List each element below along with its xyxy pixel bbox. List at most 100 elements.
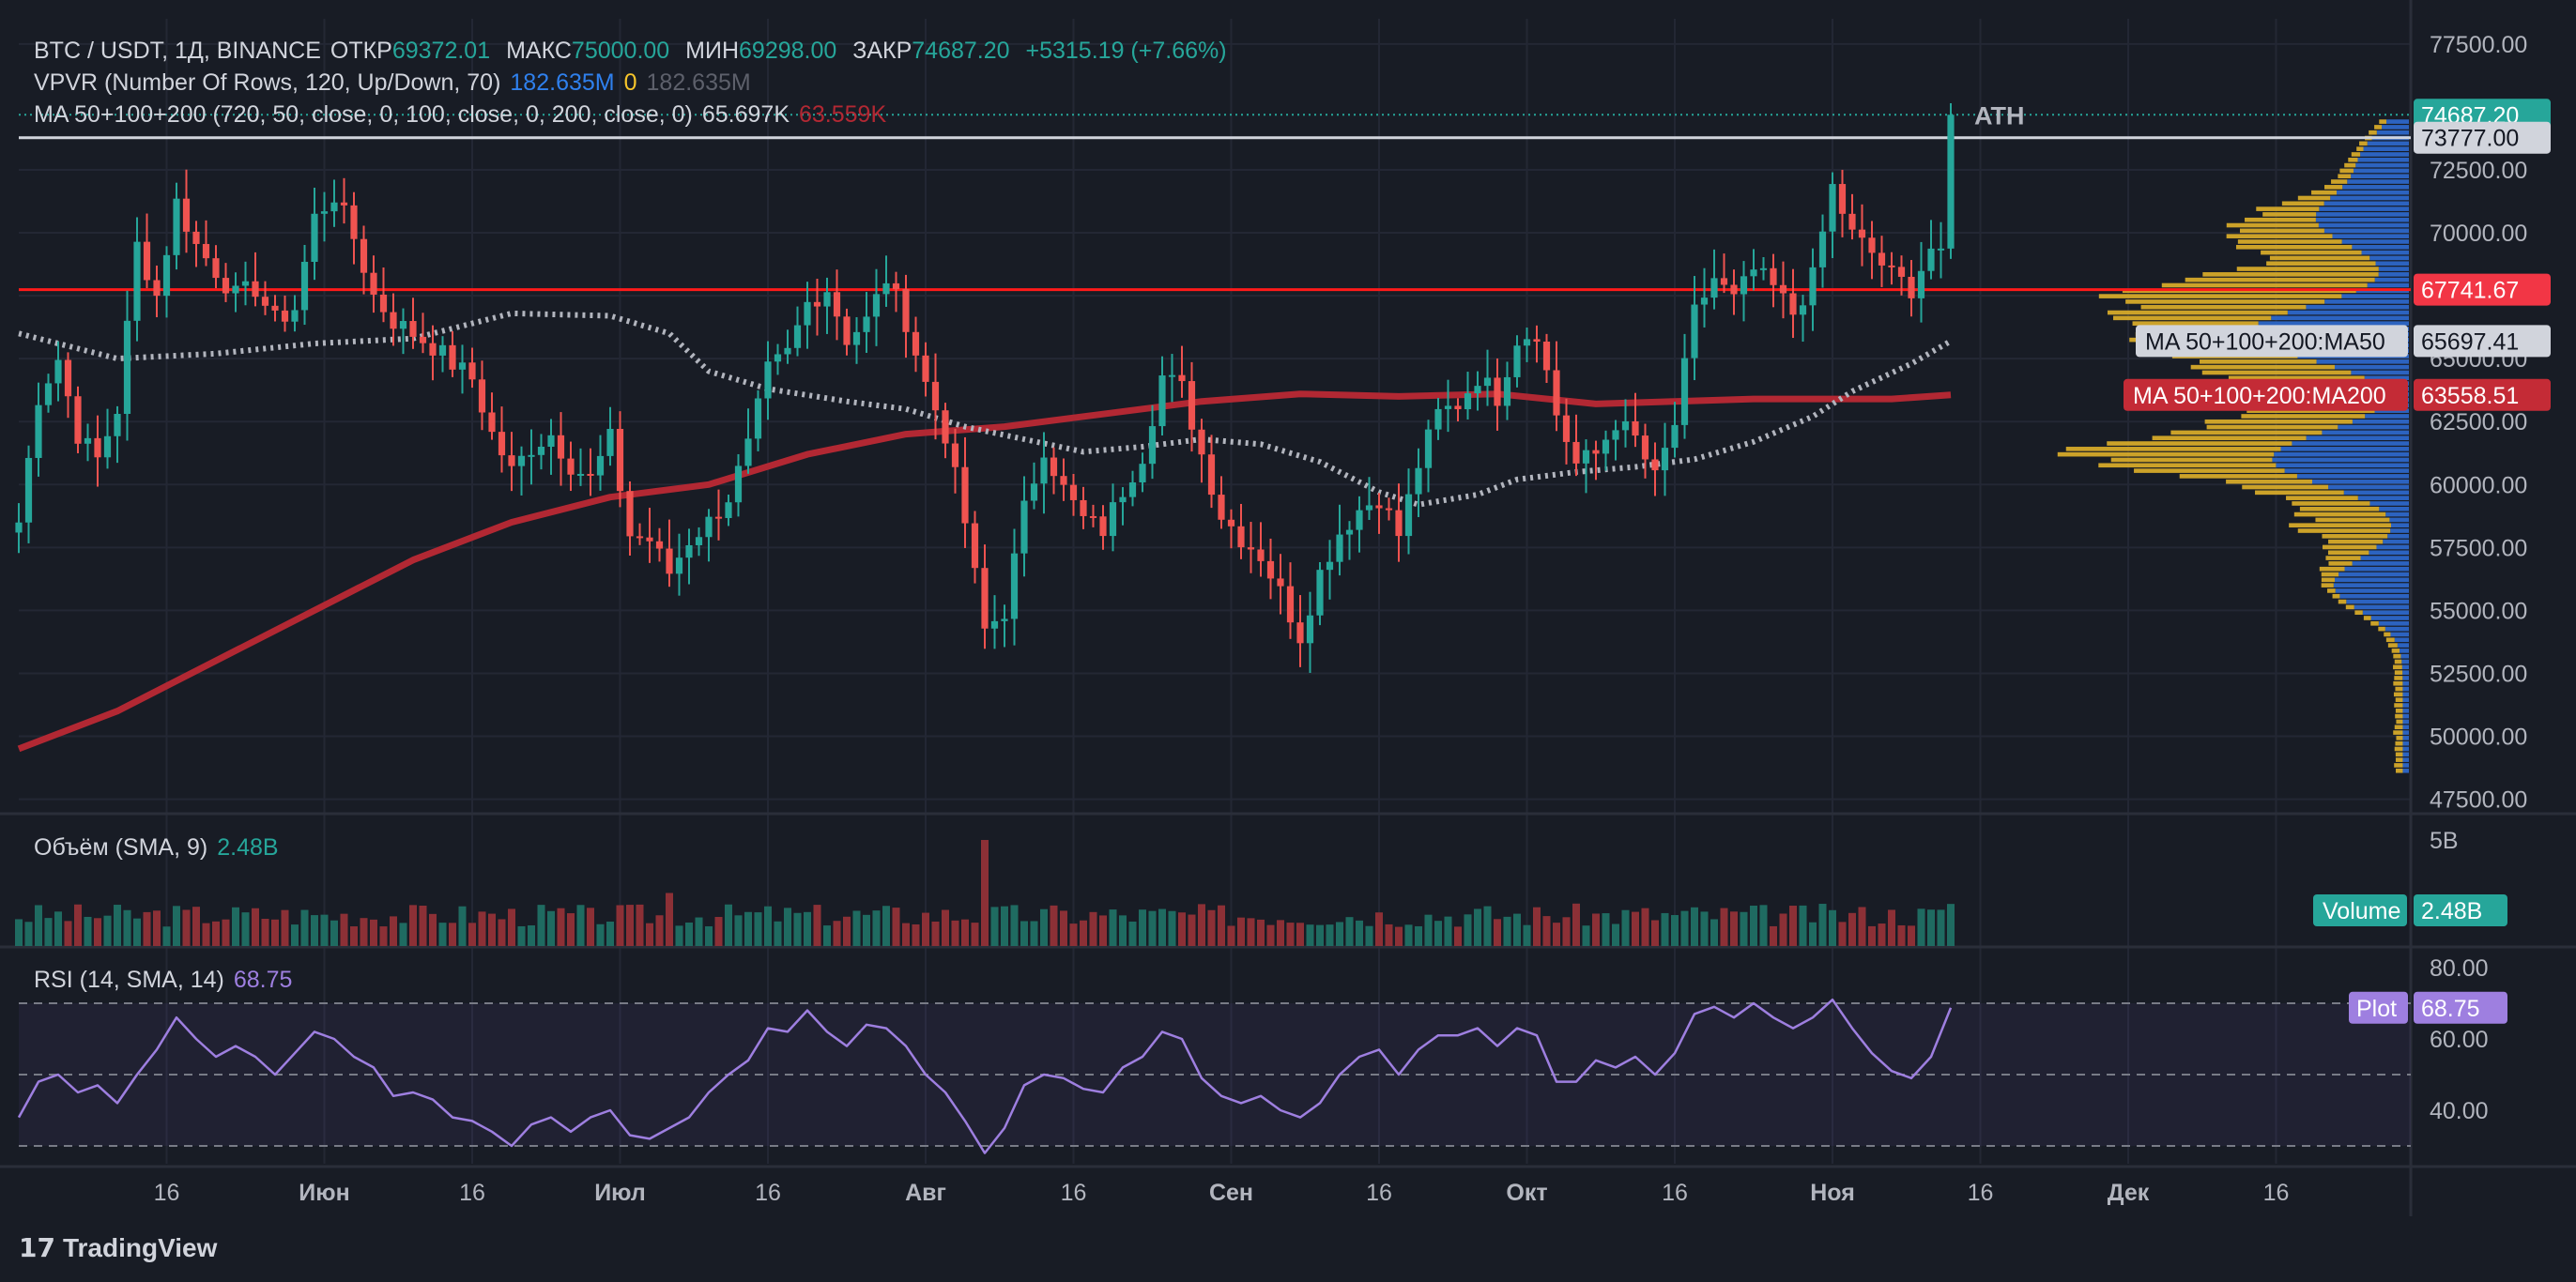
volume-bar-down (666, 893, 673, 946)
candle-body (1198, 429, 1205, 455)
candle-body (370, 272, 377, 295)
volume-bar-up (162, 926, 171, 946)
vpvr-total: 182.635M (646, 69, 751, 96)
vpvr-down: 0 (623, 69, 637, 96)
volume-bar-down (1651, 920, 1659, 946)
volume-bar-down (1779, 913, 1787, 946)
vpvr-label: VPVR (Number Of Rows, 120, Up/Down, 70) (34, 69, 501, 96)
candle-body (646, 537, 653, 542)
volume-bar-down (587, 908, 594, 946)
candle-body (1789, 293, 1797, 315)
ma-legend[interactable]: MA 50+100+200 (720, 50, close, 0, 100, c… (34, 101, 896, 129)
volume-bar-down (340, 913, 348, 946)
volume-profile-up-row (2402, 670, 2409, 675)
volume-bar-down (1207, 909, 1216, 946)
candle-body (1818, 231, 1827, 267)
volume-profile-down-row (2226, 479, 2312, 484)
volume-bar-down (961, 919, 969, 946)
candle-body (931, 381, 940, 411)
time-tick-label: 16 (459, 1180, 485, 1206)
volume-profile-down-row (2161, 282, 2368, 288)
candle-body (15, 522, 23, 533)
candle-body (1010, 553, 1019, 619)
candle-body (892, 282, 900, 290)
volume-bar-down (1838, 922, 1847, 946)
candle-body (1927, 248, 1935, 271)
volume-profile-up-row (2352, 419, 2409, 424)
volume-legend[interactable]: Объём (SMA, 9) 2.48B (34, 834, 288, 862)
volume-profile-down-row (2387, 643, 2398, 648)
volume-profile-down-row (2185, 277, 2375, 282)
volume-bar-up (1326, 924, 1334, 946)
vpvr-legend[interactable]: VPVR (Number Of Rows, 120, Up/Down, 70) 1… (34, 69, 760, 97)
tradingview-logo[interactable]: 𝟭𝟳 TradingView (19, 1232, 217, 1263)
volume-profile-down-row (2098, 463, 2277, 468)
candle-body (872, 294, 881, 317)
volume-profile-down-row (2394, 763, 2403, 768)
volume-profile-up-row (2351, 370, 2409, 375)
volume-profile-up-row (2334, 577, 2409, 583)
candle-body (1770, 267, 1777, 285)
volume-bar-down (449, 923, 456, 946)
volume-bar-up (863, 914, 870, 946)
candle-body (912, 331, 920, 356)
volume-profile-up-row (2330, 195, 2409, 201)
volume-profile-up-row (2382, 125, 2409, 130)
candle-up (1947, 102, 1955, 259)
candle-body (1897, 267, 1906, 277)
volume-profile-up-row (2357, 496, 2409, 500)
volume-bar-down (922, 912, 929, 946)
volume-profile-up-row (2323, 201, 2409, 206)
volume-bar-down (1296, 923, 1304, 946)
volume-profile-up-row (2390, 632, 2409, 637)
candle-body (774, 354, 782, 362)
candle-body (1868, 237, 1876, 253)
candle-body (793, 325, 802, 348)
volume-profile-down-row (2269, 255, 2370, 261)
volume-bar-down (478, 911, 486, 946)
volume-bar-up (399, 923, 407, 946)
price-tick-label: 62500.00 (2430, 409, 2527, 435)
volume-bar-down (1247, 918, 1255, 946)
candle-body (990, 620, 999, 629)
volume-profile-up-row (2342, 185, 2409, 190)
candle-body (449, 344, 456, 370)
candle-body (1069, 484, 1078, 500)
volume-bar-down (1632, 911, 1639, 946)
candle-body (222, 278, 230, 294)
volume-profile-down-row (2319, 566, 2345, 572)
candle-body (1553, 370, 1560, 416)
volume-bar-down (912, 923, 920, 946)
volume-bar-down (1218, 905, 1225, 946)
volume-profile-down-row (2262, 212, 2317, 217)
volume-bar-up (1671, 915, 1679, 946)
volume-bar-down (636, 904, 644, 946)
volume-bar-down (902, 923, 910, 946)
volume-profile-down-row (2396, 736, 2403, 740)
volume-profile-up-row (2333, 583, 2409, 588)
volume-profile-up-row (2402, 740, 2409, 746)
volume-profile-down-row (2297, 528, 2391, 533)
chart-canvas[interactable]: ATH77500.0072500.0070000.0067500.0065000… (0, 0, 2576, 1282)
volume-profile-up-row (2258, 321, 2409, 326)
candle-body (173, 198, 180, 255)
candle-body (498, 432, 506, 456)
volume-bar-up (1306, 924, 1314, 946)
candle-body (1207, 454, 1216, 496)
volume-bar-up (1424, 914, 1433, 946)
volume-bar-up (1168, 910, 1176, 946)
rsi-tick-label: 40.00 (2430, 1098, 2489, 1124)
candle-body (1188, 381, 1196, 430)
volume-profile-down-row (2327, 588, 2336, 593)
volume-profile-up-row (2384, 626, 2409, 632)
candle-body (1759, 267, 1768, 270)
volume-profile-up-row (2402, 697, 2409, 703)
volume-bar-down (1198, 904, 1205, 946)
candle-body (666, 548, 673, 574)
rsi-legend[interactable]: RSI (14, SMA, 14) 68.75 (34, 967, 301, 994)
candle-body (478, 379, 486, 413)
volume-bar-up (784, 908, 791, 946)
candle-body (261, 297, 269, 306)
candle-body (1247, 547, 1255, 550)
candle-body (182, 198, 191, 232)
